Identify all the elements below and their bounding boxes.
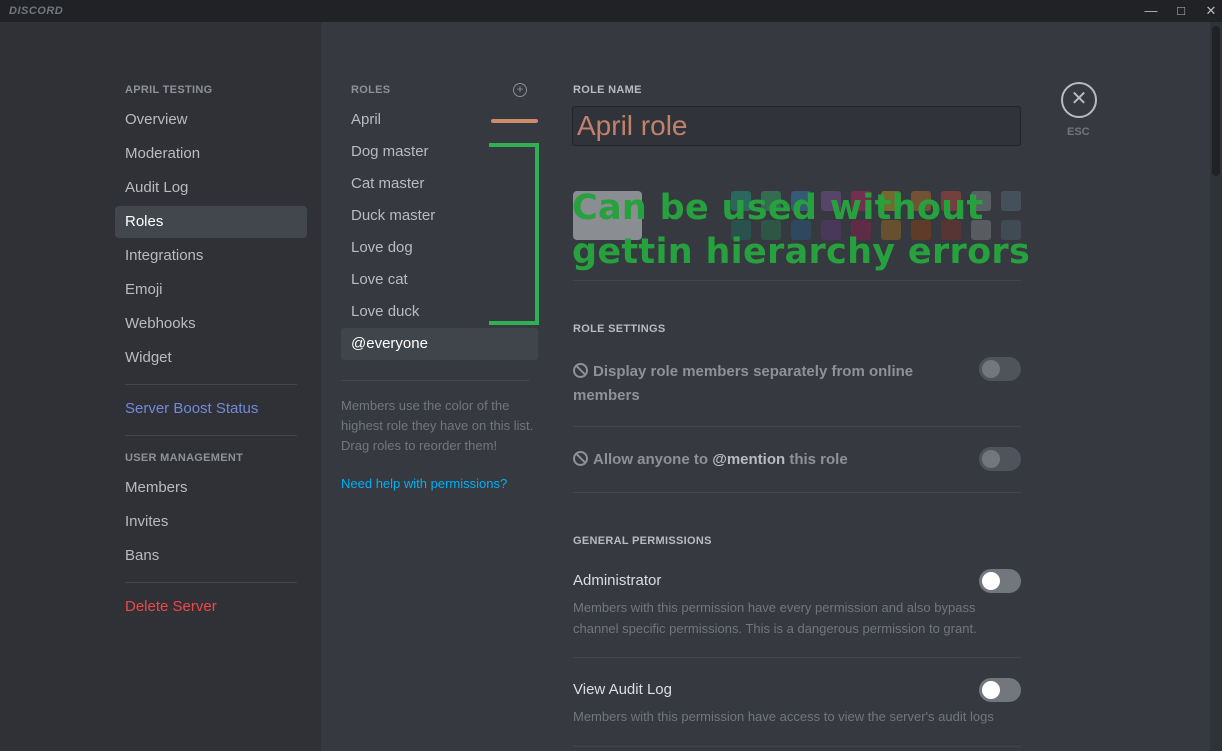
title-bar: DISCORD — □ ✕ xyxy=(0,0,1222,22)
toggle-knob xyxy=(982,681,1000,699)
display-separately-setting: Display role members separately from onl… xyxy=(573,360,953,408)
sidebar-item-webhooks[interactable]: Webhooks xyxy=(115,308,307,340)
scrollbar-thumb[interactable] xyxy=(1212,26,1220,176)
sidebar-item-widget[interactable]: Widget xyxy=(115,342,307,374)
add-role-icon[interactable]: + xyxy=(513,83,527,97)
server-name-header: APRIL TESTING xyxy=(125,84,213,96)
disabled-icon xyxy=(573,363,588,378)
permissions-help-link[interactable]: Need help with permissions? xyxy=(341,476,507,491)
sidebar-item-overview[interactable]: Overview xyxy=(115,104,307,136)
roles-divider xyxy=(341,380,530,381)
disabled-icon xyxy=(573,451,588,466)
allow-mention-setting: Allow anyone to @mention this role xyxy=(573,451,848,468)
annotation-green-bracket xyxy=(489,143,539,325)
sidebar-item-invites[interactable]: Invites xyxy=(115,506,307,538)
section-divider xyxy=(573,492,1021,493)
section-divider xyxy=(573,280,1021,281)
scrollbar[interactable] xyxy=(1210,22,1222,751)
annotation-text: Can be used without gettin hierarchy err… xyxy=(572,186,1030,274)
sidebar-item-roles[interactable]: Roles xyxy=(115,206,307,238)
close-icon: ✕ xyxy=(1070,88,1088,110)
sidebar-item-members[interactable]: Members xyxy=(115,472,307,504)
annotation-orange-line xyxy=(491,119,538,123)
toggle-knob xyxy=(982,572,1000,590)
annotation-line-2: gettin hierarchy errors xyxy=(572,232,1031,272)
esc-label: ESC xyxy=(1067,126,1090,138)
allow-mention-toggle[interactable] xyxy=(979,447,1021,471)
general-permissions-label: GENERAL PERMISSIONS xyxy=(573,535,712,547)
discord-logo: DISCORD xyxy=(9,5,64,17)
annotation-line-1: Can be used without xyxy=(572,188,984,228)
sidebar-divider xyxy=(125,384,297,385)
allow-mention-label-post: this role xyxy=(785,451,848,468)
allow-mention-label-mention: @mention xyxy=(712,451,786,468)
sidebar-item-integrations[interactable]: Integrations xyxy=(115,240,307,272)
sidebar-item-bans[interactable]: Bans xyxy=(115,540,307,572)
roles-header: ROLES xyxy=(351,84,391,96)
close-window-icon[interactable]: ✕ xyxy=(1196,0,1222,22)
administrator-description: Members with this permission have every … xyxy=(573,600,977,636)
role-name-input[interactable]: April role xyxy=(572,106,1021,146)
toggle-knob xyxy=(982,450,1000,468)
role-settings-label: ROLE SETTINGS xyxy=(573,323,666,335)
view-audit-log-description: Members with this permission have access… xyxy=(573,709,994,724)
sidebar-item-server-boost[interactable]: Server Boost Status xyxy=(115,393,307,425)
allow-mention-label-pre: Allow anyone to xyxy=(593,451,713,468)
section-divider xyxy=(573,746,1021,747)
user-management-header: USER MANAGEMENT xyxy=(125,452,244,464)
sidebar-divider xyxy=(125,435,297,436)
display-separately-label: Display role members separately from onl… xyxy=(573,363,914,404)
roles-help-text: Members use the color of the highest rol… xyxy=(341,398,534,453)
section-divider xyxy=(573,426,1021,427)
section-divider xyxy=(573,657,1021,658)
toggle-knob xyxy=(982,360,1000,378)
display-separately-toggle[interactable] xyxy=(979,357,1021,381)
sidebar-item-moderation[interactable]: Moderation xyxy=(115,138,307,170)
maximize-icon[interactable]: □ xyxy=(1166,0,1196,22)
view-audit-log-title: View Audit Log xyxy=(573,681,672,698)
sidebar-item-audit-log[interactable]: Audit Log xyxy=(115,172,307,204)
close-settings-button[interactable]: ✕ xyxy=(1061,82,1097,118)
role-item-everyone[interactable]: @everyone xyxy=(341,328,538,360)
sidebar-item-delete-server[interactable]: Delete Server xyxy=(115,591,307,623)
view-audit-log-toggle[interactable] xyxy=(979,678,1021,702)
minimize-icon[interactable]: — xyxy=(1136,0,1166,22)
administrator-title: Administrator xyxy=(573,572,662,589)
role-name-label: ROLE NAME xyxy=(573,84,642,96)
administrator-toggle[interactable] xyxy=(979,569,1021,593)
sidebar-item-emoji[interactable]: Emoji xyxy=(115,274,307,306)
sidebar-divider xyxy=(125,582,297,583)
